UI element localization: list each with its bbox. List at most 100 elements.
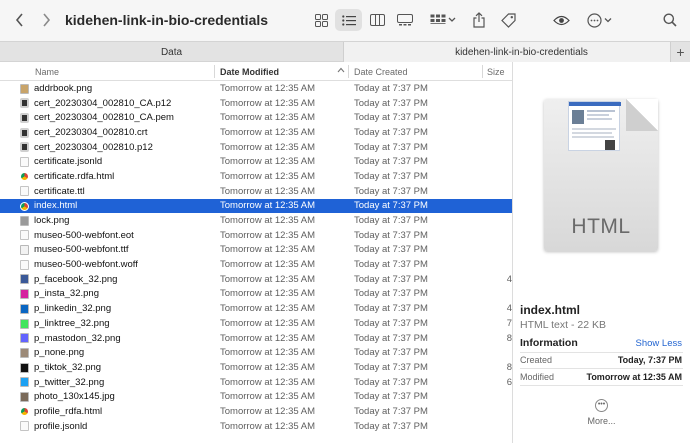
file-type-label: HTML — [571, 215, 631, 238]
file-name: museo-500-webfont.woff — [34, 259, 138, 271]
file-row[interactable]: addrbook.png Tomorrow at 12:35 AM Today at… — [0, 81, 512, 96]
column-separator[interactable] — [214, 65, 215, 78]
file-row[interactable]: p_twitter_32.png Tomorrow at 12:35 AM Toda… — [0, 375, 512, 390]
date-modified: Tomorrow at 12:35 AM — [220, 317, 316, 329]
new-tab-button[interactable]: + — [670, 42, 690, 62]
date-modified: Tomorrow at 12:35 AM — [220, 112, 316, 124]
file-row[interactable]: p_linktree_32.png Tomorrow at 12:35 AM Tod… — [0, 316, 512, 331]
group-by-button[interactable] — [428, 9, 458, 31]
list-view-icon — [341, 14, 356, 26]
file-rows: addrbook.png Tomorrow at 12:35 AM Today at… — [0, 81, 512, 434]
icon-view-button[interactable] — [311, 9, 331, 31]
tab-kidehen-link-in-bio-credentials[interactable]: kidehen-link-in-bio-credentials — [344, 42, 690, 62]
more-button[interactable]: ••• More... — [513, 399, 690, 426]
date-created: Today at 7:37 PM — [354, 332, 428, 344]
file-name: p_tiktok_32.png — [34, 361, 102, 373]
date-created: Today at 7:37 PM — [354, 288, 428, 300]
information-heading: Information — [520, 337, 578, 349]
ellipsis-icon: ••• — [595, 399, 608, 412]
back-button[interactable] — [9, 9, 31, 31]
file-size: 4 — [506, 273, 512, 285]
forward-button[interactable] — [35, 9, 57, 31]
page-thumbnail — [568, 101, 621, 151]
date-modified: Tomorrow at 12:35 AM — [220, 229, 316, 241]
column-header-size[interactable]: Size — [487, 62, 505, 81]
file-row[interactable]: profile_rdfa.html Tomorrow at 12:35 AM Tod… — [0, 404, 512, 419]
file-row[interactable]: cert_20230304_002810_CA.pem Tomorrow at 1… — [0, 110, 512, 125]
date-modified: Tomorrow at 12:35 AM — [220, 303, 316, 315]
file-name: museo-500-webfont.eot — [34, 229, 134, 241]
file-name: index.html — [34, 200, 78, 212]
file-row[interactable]: p_linkedin_32.png Tomorrow at 12:35 AM Tod… — [0, 301, 512, 316]
file-size — [484, 96, 512, 111]
file-row[interactable]: certificate.rdfa.html Tomorrow at 12:35 A… — [0, 169, 512, 184]
search-icon — [663, 13, 677, 27]
tag-icon — [500, 12, 516, 28]
file-row[interactable]: p_facebook_32.png Tomorrow at 12:35 AM Tod… — [0, 272, 512, 287]
file-size — [484, 169, 512, 184]
column-header-date-created[interactable]: Date Created — [354, 62, 408, 81]
more-icon — [587, 12, 612, 28]
page-fold — [626, 99, 658, 131]
list-view-button[interactable] — [335, 9, 362, 31]
file-row[interactable]: p_insta_32.png Tomorrow at 12:35 AM Today … — [0, 287, 512, 302]
file-row[interactable]: lock.png Tomorrow at 12:35 AM Today at 7:3… — [0, 213, 512, 228]
modified-value: Tomorrow at 12:35 AM — [586, 372, 682, 382]
file-row[interactable]: p_none.png Tomorrow at 12:35 AM Today at 7… — [0, 345, 512, 360]
date-created: Today at 7:37 PM — [354, 82, 428, 94]
date-created: Today at 7:37 PM — [354, 361, 428, 373]
file-row[interactable]: profile.jsonld Tomorrow at 12:35 AM Today … — [0, 419, 512, 434]
column-separator[interactable] — [348, 65, 349, 78]
file-row[interactable]: cert_20230304_002810_CA.p12 Tomorrow at 1… — [0, 96, 512, 111]
file-row[interactable]: photo_130x145.jpg Tomorrow at 12:35 AM Tod… — [0, 389, 512, 404]
file-name: cert_20230304_002810_CA.p12 — [34, 97, 172, 109]
file-row[interactable]: cert_20230304_002810.crt Tomorrow at 12:3… — [0, 125, 512, 140]
created-label: Created — [520, 355, 553, 365]
column-header-name[interactable]: Name — [35, 62, 59, 81]
search-button[interactable] — [661, 9, 679, 31]
file-row[interactable]: certificate.ttl Tomorrow at 12:35 AM Today… — [0, 184, 512, 199]
show-less-link[interactable]: Show Less — [636, 338, 682, 349]
file-row[interactable]: museo-500-webfont.eot Tomorrow at 12:35 A… — [0, 228, 512, 243]
quick-look-button[interactable] — [550, 9, 572, 31]
date-created: Today at 7:37 PM — [354, 126, 428, 138]
date-created: Today at 7:37 PM — [354, 405, 428, 417]
tab-bar: Data kidehen-link-in-bio-credentials + — [0, 41, 690, 62]
file-size — [484, 228, 512, 243]
group-icon — [430, 14, 456, 24]
file-row[interactable]: museo-500-webfont.ttf Tomorrow at 12:35 A… — [0, 243, 512, 258]
modified-label: Modified — [520, 372, 555, 382]
date-modified: Tomorrow at 12:35 AM — [220, 244, 316, 256]
gallery-view-button[interactable] — [395, 9, 415, 31]
file-row[interactable]: p_mastodon_32.png Tomorrow at 12:35 AM Tod… — [0, 331, 512, 346]
tag-button[interactable] — [498, 9, 518, 31]
file-size — [484, 125, 512, 140]
share-button[interactable] — [470, 9, 488, 31]
file-name: addrbook.png — [34, 82, 93, 94]
preview-file-kind: HTML text - 22 KB — [520, 319, 606, 331]
tab-data[interactable]: Data — [0, 42, 344, 62]
file-size: 7 — [506, 317, 512, 329]
file-preview-thumbnail[interactable]: HTML — [544, 99, 658, 251]
column-header-date-modified[interactable]: Date Modified — [220, 62, 279, 81]
date-modified: Tomorrow at 12:35 AM — [220, 185, 316, 197]
file-row[interactable]: certificate.jsonld Tomorrow at 12:35 AM To… — [0, 154, 512, 169]
file-size — [484, 140, 512, 155]
date-modified: Tomorrow at 12:35 AM — [220, 376, 316, 388]
created-value: Today, 7:37 PM — [617, 355, 682, 365]
file-row[interactable]: index.html Tomorrow at 12:35 AM Today at 7… — [0, 198, 512, 214]
date-modified: Tomorrow at 12:35 AM — [220, 405, 316, 417]
file-row[interactable]: p_tiktok_32.png Tomorrow at 12:35 AM Today… — [0, 360, 512, 375]
file-list: Name Date Modified Date Created Size add… — [0, 62, 512, 443]
gallery-view-icon — [397, 14, 413, 26]
file-size — [484, 243, 512, 258]
file-row[interactable]: museo-500-webfont.woff Tomorrow at 12:35 … — [0, 257, 512, 272]
file-row[interactable]: cert_20230304_002810.p12 Tomorrow at 12:3… — [0, 140, 512, 155]
file-size — [484, 345, 512, 360]
date-created: Today at 7:37 PM — [354, 303, 428, 315]
file-size — [484, 199, 512, 214]
actions-button[interactable] — [585, 9, 615, 31]
column-separator[interactable] — [482, 65, 483, 78]
file-name: lock.png — [34, 215, 70, 227]
column-view-button[interactable] — [367, 9, 387, 31]
